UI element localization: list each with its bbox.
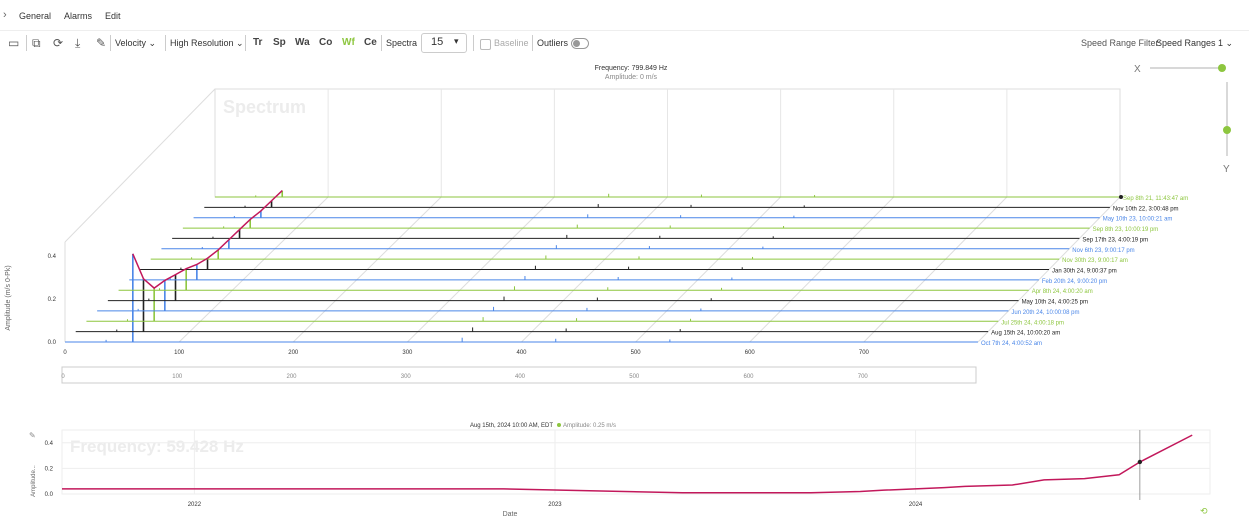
series-label: Nov 6th 23, 9:00:17 pm <box>1072 248 1134 254</box>
menu-alarms[interactable]: Alarms <box>64 11 92 21</box>
divider <box>381 35 382 51</box>
speed-filter-label: Speed Range Filter: <box>1081 38 1162 48</box>
refresh-icon[interactable]: ⟳ <box>53 36 63 50</box>
resolution-dropdown[interactable]: High Resolution ⌄ <box>170 38 244 49</box>
divider <box>165 35 166 51</box>
navigator-tick-label: 600 <box>743 374 754 380</box>
trend-x-tick-label: 2024 <box>909 502 923 508</box>
menu-edit[interactable]: Edit <box>105 11 121 21</box>
download-icon[interactable]: ⤓ <box>75 36 80 51</box>
series-label: Sep 8th 21, 11:43:47 am <box>1123 196 1188 202</box>
x-tick-label: 500 <box>631 350 642 356</box>
series-label: Apr 8th 24, 4:00:20 am <box>1032 289 1093 295</box>
navigator-tick-label: 300 <box>401 374 412 380</box>
trend-title: Aug 15th, 2024 10:00 AM, EDT <box>470 423 553 429</box>
side-wall-edge <box>64 88 216 243</box>
x-tick-label: 700 <box>859 350 870 356</box>
divider <box>532 35 533 51</box>
navigator-tick-label: 400 <box>515 374 526 380</box>
series-marker <box>1119 195 1123 199</box>
navigator-tick-label: 700 <box>858 374 869 380</box>
y-tick-label: 0.2 <box>48 297 57 303</box>
trend-legend: Amplitude: 0.25 m/s <box>563 423 616 429</box>
legend-marker <box>557 423 561 427</box>
mode-wa-button[interactable]: Wa <box>295 37 310 48</box>
series-label: Nov 30th 23, 9:00:17 am <box>1062 258 1128 264</box>
trend-watermark: Frequency: 59.428 Hz <box>70 437 244 456</box>
y-axis-control-label: Y <box>1223 164 1230 175</box>
frequency-cursor-line <box>132 190 283 290</box>
speed-filter-dropdown[interactable]: Speed Ranges 1 ⌄ <box>1156 38 1233 49</box>
mode-co-button[interactable]: Co <box>319 37 332 48</box>
waterfall-subtitle: Amplitude: 0 m/s <box>605 74 658 81</box>
selected-point-marker <box>1137 459 1143 465</box>
trend-x-tick-label: 2023 <box>548 502 562 508</box>
menu-general[interactable]: General <box>19 11 51 21</box>
waterfall-watermark: Spectrum <box>223 97 306 117</box>
divider <box>26 35 27 51</box>
spectra-label: Spectra <box>386 38 418 48</box>
x-tick-label: 600 <box>745 350 756 356</box>
outliers-label: Outliers <box>537 38 569 48</box>
trend-ylabel: Amplitude... <box>31 465 37 497</box>
trend-y-tick-label: 0.0 <box>45 492 54 498</box>
navigator-tick-label: 500 <box>629 374 640 380</box>
y-tick-label: 0.0 <box>48 340 57 346</box>
x-slider-handle[interactable] <box>1218 64 1226 72</box>
series-label: Feb 20th 24, 9:00:20 pm <box>1042 279 1107 285</box>
trend-x-tick-label: 2022 <box>188 502 202 508</box>
measure-dropdown[interactable]: Velocity ⌄ <box>115 38 156 49</box>
trend-xlabel: Date <box>503 511 518 518</box>
waterfall-ylabel: Amplitude (m/s 0-Pk) <box>5 265 12 330</box>
series-label: May 10th 24, 4:00:25 pm <box>1022 300 1088 306</box>
waterfall-title: Frequency: 799.849 Hz <box>595 65 668 72</box>
series-label: Sep 17th 23, 4:00:19 pm <box>1082 237 1148 243</box>
panel-icon[interactable]: ▭ <box>8 36 19 50</box>
mode-ce-button[interactable]: Ce <box>364 37 377 48</box>
divider <box>110 35 111 51</box>
chevron-down-icon: ▾ <box>454 36 459 46</box>
mode-wf-button[interactable]: Wf <box>342 37 355 48</box>
navigator-tick-label: 100 <box>172 374 183 380</box>
trend-y-tick-label: 0.2 <box>45 466 54 472</box>
camera-settings-icon[interactable]: ⧉ <box>32 36 41 51</box>
series-label: Aug 15th 24, 10:00:20 am <box>991 331 1060 337</box>
mode-sp-button[interactable]: Sp <box>273 37 286 48</box>
x-tick-label: 100 <box>174 350 185 356</box>
trend-y-tick-label: 0.4 <box>45 441 54 447</box>
y-tick-label: 0.4 <box>48 254 57 260</box>
x-tick-label: 400 <box>516 350 527 356</box>
zoom-reset-icon[interactable]: ⟲ <box>1200 506 1208 516</box>
series-label: May 10th 23, 10:00:21 am <box>1103 217 1173 223</box>
x-tick-label: 200 <box>288 350 299 356</box>
outliers-toggle[interactable] <box>571 38 589 49</box>
baseline-checkbox[interactable] <box>480 39 491 50</box>
series-label: Sep 8th 23, 10:00:19 pm <box>1093 227 1159 233</box>
x-tick-label: 0 <box>63 350 67 356</box>
series-label: Jun 20th 24, 10:00:08 pm <box>1011 310 1079 316</box>
toolbar: ▭ ⧉ ⟳ ⤓ ✎ Velocity ⌄ High Resolution ⌄ T… <box>0 31 1249 55</box>
chevron-right-icon[interactable]: › <box>3 9 7 21</box>
baseline-label: Baseline <box>494 38 529 48</box>
y-slider-handle[interactable] <box>1223 126 1231 134</box>
navigator-tick-label: 200 <box>286 374 297 380</box>
spectra-value: 15 <box>431 36 444 48</box>
series-label: Oct 7th 24, 4:00:52 am <box>981 341 1042 347</box>
divider <box>473 35 474 51</box>
pencil-icon[interactable]: ✎ <box>96 36 106 50</box>
series-label: Jul 25th 24, 4:00:18 pm <box>1001 320 1064 326</box>
spectra-select[interactable]: 15 ▾ <box>421 33 467 53</box>
x-tick-label: 300 <box>402 350 413 356</box>
series-label: Jan 30th 24, 9:00:37 pm <box>1052 269 1117 275</box>
pencil-icon[interactable]: ✎ <box>29 431 36 440</box>
mode-tr-button[interactable]: Tr <box>253 37 262 48</box>
divider <box>245 35 246 51</box>
series-label: Nov 10th 22, 3:00:48 pm <box>1113 206 1179 212</box>
waterfall-chart[interactable]: Frequency: 799.849 Hz Amplitude: 0 m/s S… <box>0 56 1249 416</box>
menu-bar: › General Alarms Edit <box>0 0 1249 31</box>
trend-chart[interactable]: Aug 15th, 2024 10:00 AM, EDT Amplitude: … <box>0 416 1249 518</box>
x-axis-control-label: X <box>1134 64 1141 75</box>
